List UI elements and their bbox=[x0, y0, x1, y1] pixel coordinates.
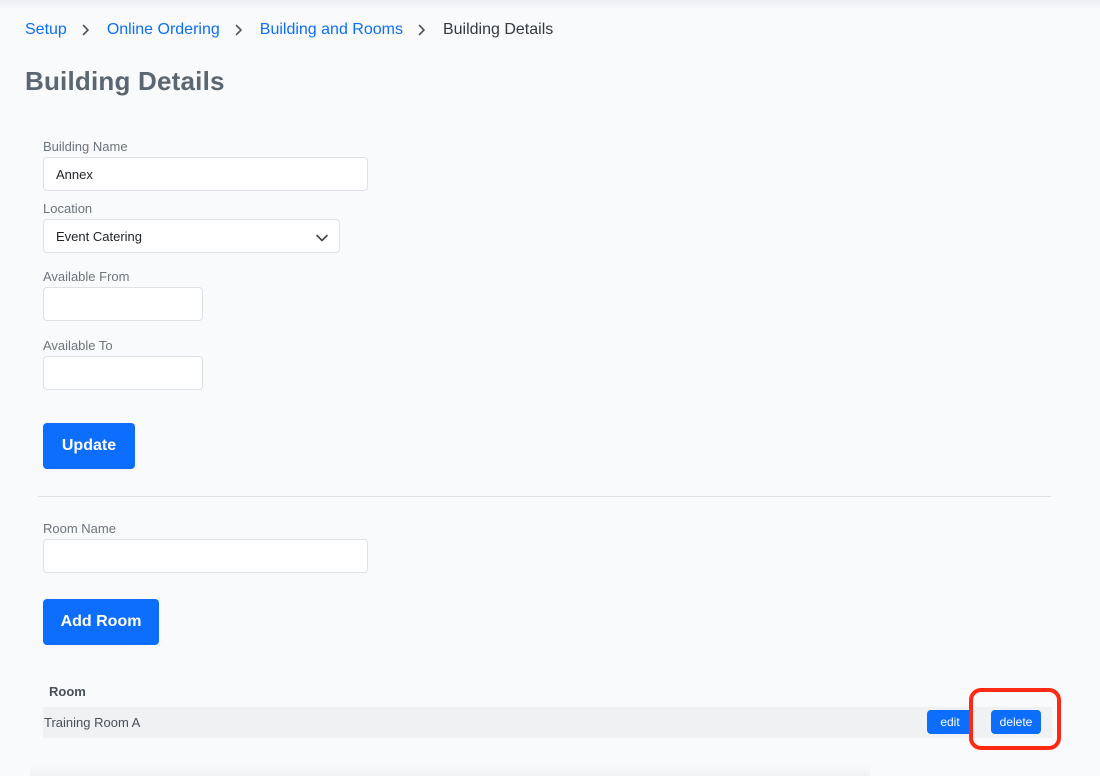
breadcrumb: Setup Online Ordering Building and Rooms… bbox=[25, 20, 553, 40]
location-select-value: Event Catering bbox=[56, 228, 142, 244]
breadcrumb-building-and-rooms-link[interactable]: Building and Rooms bbox=[260, 21, 403, 39]
top-shadow bbox=[0, 0, 1100, 10]
room-name-cell: Training Room A bbox=[44, 715, 141, 730]
delete-room-button[interactable]: delete bbox=[991, 710, 1041, 734]
room-name-label: Room Name bbox=[43, 521, 116, 536]
rooms-table-header: Room bbox=[49, 684, 86, 699]
section-divider bbox=[38, 496, 1051, 497]
chevron-down-icon bbox=[315, 231, 329, 242]
chevron-right-icon bbox=[415, 23, 429, 37]
chevron-right-icon bbox=[232, 23, 246, 37]
add-room-button[interactable]: Add Room bbox=[43, 599, 159, 645]
breadcrumb-online-ordering-link[interactable]: Online Ordering bbox=[107, 21, 220, 39]
page-title: Building Details bbox=[25, 66, 225, 96]
update-button[interactable]: Update bbox=[43, 423, 135, 469]
available-from-label: Available From bbox=[43, 269, 130, 284]
room-name-input[interactable] bbox=[43, 539, 368, 573]
location-select[interactable]: Event Catering bbox=[43, 219, 340, 253]
building-name-label: Building Name bbox=[43, 139, 128, 154]
breadcrumb-setup-link[interactable]: Setup bbox=[25, 21, 67, 39]
available-from-input[interactable] bbox=[43, 287, 203, 321]
edit-room-button[interactable]: edit bbox=[927, 710, 973, 734]
breadcrumb-current: Building Details bbox=[442, 21, 554, 38]
table-row: Training Room A edit delete bbox=[43, 707, 1052, 738]
available-to-label: Available To bbox=[43, 338, 113, 353]
building-name-input[interactable] bbox=[43, 157, 368, 191]
chevron-right-icon bbox=[79, 23, 93, 37]
bottom-shadow bbox=[30, 764, 870, 776]
available-to-input[interactable] bbox=[43, 356, 203, 390]
location-label: Location bbox=[43, 201, 93, 216]
